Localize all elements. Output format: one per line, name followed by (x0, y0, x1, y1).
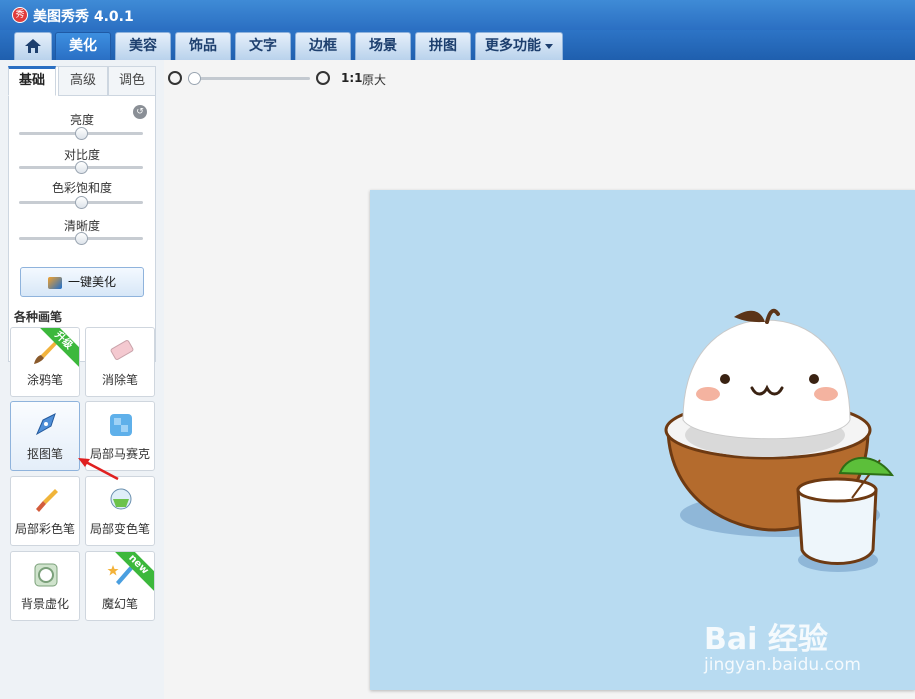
blur-icon (34, 563, 58, 587)
brush-eraser-button[interactable]: 消除笔 (85, 327, 155, 397)
slider-label-saturation: 色彩饱和度 (51, 181, 112, 195)
brush-label: 局部彩色笔 (14, 522, 75, 536)
slider-knob[interactable] (75, 196, 88, 209)
paint-bucket-icon (110, 488, 132, 510)
baidu-watermark: Bai 经验 (704, 622, 828, 657)
zoom-slider-knob[interactable] (188, 72, 201, 85)
tab-more-label: 更多功能 (485, 38, 541, 54)
baidu-watermark-url: jingyan.baidu.com (704, 655, 861, 675)
slider-label-brightness: 亮度 (69, 113, 94, 127)
brush-label: 背景虚化 (20, 597, 69, 611)
pen-nib-icon (35, 413, 56, 436)
brush-label: 抠图笔 (26, 447, 63, 461)
brush-local-recolor-button[interactable]: 局部变色笔 (85, 476, 155, 546)
slider-knob[interactable] (75, 161, 88, 174)
zoom-bar: 1:1 原大 (166, 68, 416, 90)
zoom-out-icon[interactable] (168, 71, 182, 85)
saturation-slider[interactable] (19, 196, 143, 209)
main-tab-bar: 美化 美容 饰品 文字 边框 场景 拼图 更多功能 (0, 30, 915, 60)
sharpness-slider[interactable] (19, 232, 143, 245)
zoom-ratio[interactable]: 1:1 (341, 71, 363, 85)
title-bar: 秀 美图秀秀 4.0.1 (0, 0, 915, 30)
eraser-icon (110, 340, 134, 360)
brush-graffiti-button[interactable]: 升级 涂鸦笔 (10, 327, 80, 397)
zoom-slider[interactable] (188, 72, 310, 85)
brush-label: 局部变色笔 (89, 522, 150, 536)
tab-beauty[interactable]: 美容 (115, 32, 171, 60)
zoom-original-size[interactable]: 原大 (362, 71, 386, 88)
subtab-basic[interactable]: 基础 (8, 66, 56, 96)
app-title: 美图秀秀 4.0.1 (33, 9, 134, 25)
brush-label: 消除笔 (101, 373, 138, 387)
tab-more-features[interactable]: 更多功能 (475, 32, 563, 60)
brightness-slider[interactable] (19, 127, 143, 140)
annotation-arrow (78, 458, 119, 481)
tab-text[interactable]: 文字 (235, 32, 291, 60)
left-panel: 基础 高级 调色 ↺ 亮度 对比度 色彩饱和度 清晰度 一键美化 各种画笔 升级 (0, 60, 164, 699)
brush-section-title: 各种画笔 (14, 310, 63, 324)
photo-canvas[interactable] (370, 190, 915, 690)
tab-beautify[interactable]: 美化 (55, 32, 111, 60)
tab-border[interactable]: 边框 (295, 32, 351, 60)
tab-collage[interactable]: 拼图 (415, 32, 471, 60)
slider-knob[interactable] (75, 127, 88, 140)
contrast-slider[interactable] (19, 161, 143, 174)
home-icon (25, 39, 41, 53)
brush-label: 涂鸦笔 (26, 373, 63, 387)
tab-scene[interactable]: 场景 (355, 32, 411, 60)
mosaic-icon (110, 414, 132, 436)
brush-magic-button[interactable]: new 魔幻笔 (85, 551, 155, 621)
brush-background-blur-button[interactable]: 背景虚化 (10, 551, 80, 621)
subtab-advanced[interactable]: 高级 (58, 66, 108, 96)
slider-knob[interactable] (75, 232, 88, 245)
zoom-in-icon[interactable] (316, 71, 330, 85)
auto-beautify-label: 一键美化 (67, 275, 116, 289)
chevron-down-icon (545, 43, 553, 49)
brush-label: 魔幻笔 (101, 597, 138, 611)
color-brush-icon (36, 489, 58, 512)
coconut-character-illustration (664, 308, 895, 572)
app-logo-icon: 秀 (12, 7, 28, 23)
brush-local-color-button[interactable]: 局部彩色笔 (10, 476, 80, 546)
brush-cutout-button[interactable]: 抠图笔 (10, 401, 80, 471)
tab-home[interactable] (14, 32, 52, 60)
auto-beautify-button[interactable]: 一键美化 (20, 267, 144, 297)
magic-wand-icon (47, 276, 62, 289)
subtab-color[interactable]: 调色 (108, 66, 156, 96)
tab-accessories[interactable]: 饰品 (175, 32, 231, 60)
